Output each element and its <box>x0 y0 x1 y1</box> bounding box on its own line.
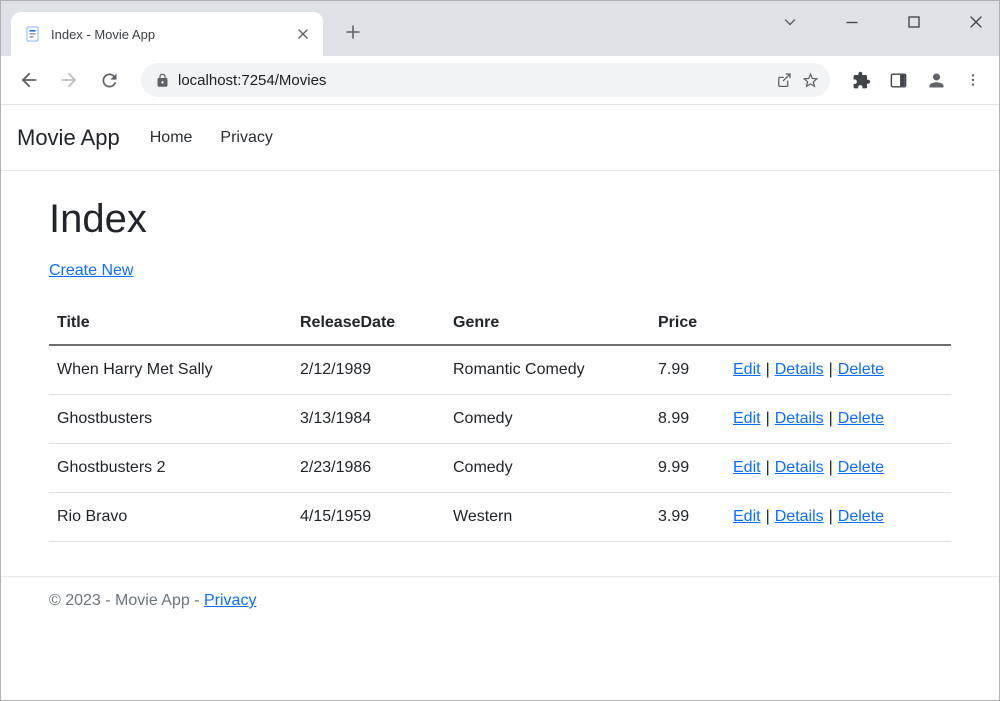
cell-release-date: 2/23/1986 <box>292 444 445 493</box>
cell-release-date: 4/15/1959 <box>292 493 445 542</box>
browser-tab-strip: Index - Movie App <box>1 1 999 56</box>
cell-genre: Romantic Comedy <box>445 345 650 395</box>
bookmark-star-icon[interactable] <box>801 71 820 90</box>
share-icon[interactable] <box>775 71 793 89</box>
header-price: Price <box>650 302 725 345</box>
cell-title: Ghostbusters 2 <box>49 444 292 493</box>
cell-price: 9.99 <box>650 444 725 493</box>
copyright-text: © 2023 - Movie App - <box>49 592 204 609</box>
tab-title: Index - Movie App <box>51 27 283 42</box>
address-bar[interactable]: localhost:7254/Movies <box>141 63 830 97</box>
profile-avatar-icon[interactable] <box>926 70 947 91</box>
cell-actions: Edit | Details | Delete <box>725 493 951 542</box>
extensions-puzzle-icon[interactable] <box>852 71 871 90</box>
action-separator: | <box>829 410 833 427</box>
footer-privacy-link[interactable]: Privacy <box>204 592 256 609</box>
tab-close-icon[interactable] <box>293 24 313 44</box>
action-separator: | <box>829 508 833 525</box>
main-content: Index Create New Title ReleaseDate Genre… <box>1 197 999 542</box>
header-genre: Genre <box>445 302 650 345</box>
cell-price: 7.99 <box>650 345 725 395</box>
nav-link-privacy[interactable]: Privacy <box>220 129 272 147</box>
nav-links: Home Privacy <box>150 129 273 147</box>
header-title: Title <box>49 302 292 345</box>
window-controls <box>777 9 989 35</box>
edit-link[interactable]: Edit <box>733 459 761 476</box>
table-row: Rio Bravo 4/15/1959 Western 3.99 Edit | De… <box>49 493 951 542</box>
action-separator: | <box>766 410 770 427</box>
new-tab-icon[interactable] <box>339 18 367 46</box>
side-panel-icon[interactable] <box>889 71 908 90</box>
cell-title: Rio Bravo <box>49 493 292 542</box>
table-header-row: Title ReleaseDate Genre Price <box>49 302 951 345</box>
cell-actions: Edit | Details | Delete <box>725 444 951 493</box>
action-separator: | <box>829 459 833 476</box>
action-separator: | <box>766 508 770 525</box>
edit-link[interactable]: Edit <box>733 410 761 427</box>
cell-release-date: 2/12/1989 <box>292 345 445 395</box>
edit-link[interactable]: Edit <box>733 361 761 378</box>
details-link[interactable]: Details <box>775 508 824 525</box>
cell-release-date: 3/13/1984 <box>292 395 445 444</box>
header-release-date: ReleaseDate <box>292 302 445 345</box>
action-separator: | <box>829 361 833 378</box>
cell-price: 8.99 <box>650 395 725 444</box>
table-row: Ghostbusters 2 2/23/1986 Comedy 9.99 Edi… <box>49 444 951 493</box>
edit-link[interactable]: Edit <box>733 508 761 525</box>
reload-button[interactable] <box>91 62 127 98</box>
cell-genre: Comedy <box>445 444 650 493</box>
favicon-icon <box>25 26 41 42</box>
cell-actions: Edit | Details | Delete <box>725 345 951 395</box>
tab-search-chevron-icon[interactable] <box>777 9 803 35</box>
brand-link[interactable]: Movie App <box>17 125 120 151</box>
forward-button[interactable] <box>51 62 87 98</box>
cell-title: When Harry Met Sally <box>49 345 292 395</box>
browser-window: Index - Movie App <box>0 0 1000 701</box>
table-row: Ghostbusters 3/13/1984 Comedy 8.99 Edit |… <box>49 395 951 444</box>
action-separator: | <box>766 459 770 476</box>
cell-genre: Western <box>445 493 650 542</box>
site-footer: © 2023 - Movie App - Privacy <box>1 576 999 625</box>
delete-link[interactable]: Delete <box>838 508 884 525</box>
delete-link[interactable]: Delete <box>838 459 884 476</box>
kebab-menu-icon[interactable] <box>965 72 981 88</box>
create-new-link[interactable]: Create New <box>49 262 133 279</box>
url-text[interactable]: localhost:7254/Movies <box>178 72 767 89</box>
delete-link[interactable]: Delete <box>838 361 884 378</box>
details-link[interactable]: Details <box>775 361 824 378</box>
toolbar-right-icons <box>842 70 989 91</box>
nav-link-home[interactable]: Home <box>150 129 193 147</box>
details-link[interactable]: Details <box>775 410 824 427</box>
cell-actions: Edit | Details | Delete <box>725 395 951 444</box>
minimize-button[interactable] <box>839 9 865 35</box>
cell-genre: Comedy <box>445 395 650 444</box>
close-button[interactable] <box>963 9 989 35</box>
lock-icon[interactable] <box>155 73 170 88</box>
table-row: When Harry Met Sally 2/12/1989 Romantic … <box>49 345 951 395</box>
page-title: Index <box>49 197 951 242</box>
action-separator: | <box>766 361 770 378</box>
site-navbar: Movie App Home Privacy <box>1 105 999 171</box>
browser-tab[interactable]: Index - Movie App <box>11 12 323 56</box>
details-link[interactable]: Details <box>775 459 824 476</box>
cell-price: 3.99 <box>650 493 725 542</box>
cell-title: Ghostbusters <box>49 395 292 444</box>
browser-toolbar: localhost:7254/Movies <box>1 56 999 105</box>
movies-table: Title ReleaseDate Genre Price When Harry… <box>49 302 951 542</box>
delete-link[interactable]: Delete <box>838 410 884 427</box>
back-button[interactable] <box>11 62 47 98</box>
header-actions <box>725 302 951 345</box>
movies-tbody: When Harry Met Sally 2/12/1989 Romantic … <box>49 345 951 542</box>
maximize-button[interactable] <box>901 9 927 35</box>
